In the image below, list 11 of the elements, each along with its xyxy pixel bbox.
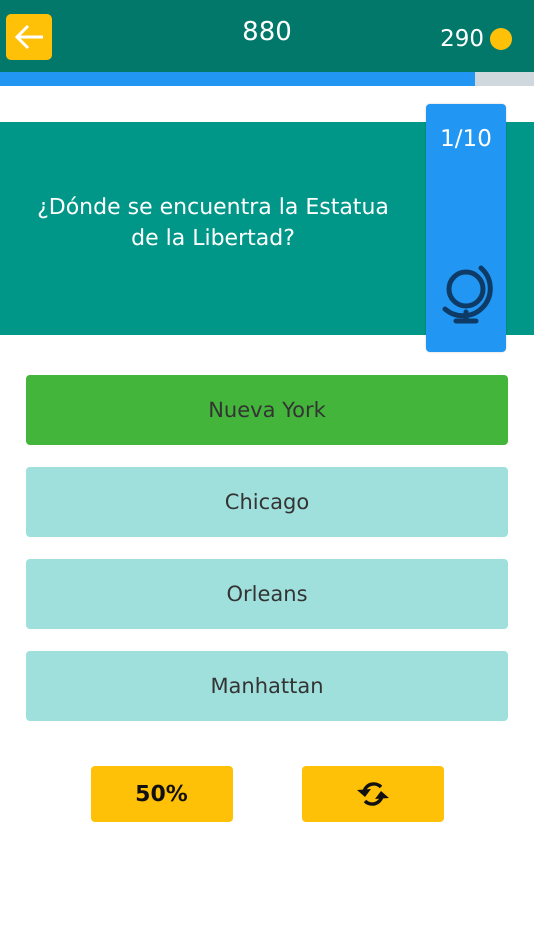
swap-button[interactable] [302, 766, 444, 822]
coin-icon [490, 28, 512, 50]
question-counter: 1/10 [440, 126, 492, 152]
answer-button[interactable]: Chicago [26, 467, 508, 537]
fifty-fifty-button[interactable]: 50% [90, 766, 232, 822]
answer-button[interactable]: Orleans [26, 559, 508, 629]
score-text: 880 [242, 17, 292, 47]
coin-count: 290 [440, 26, 484, 52]
question-text: ¿Dónde se encuentra la Estatua de la Libertad? [36, 194, 390, 252]
answer-button[interactable]: Nueva York [26, 375, 508, 445]
answer-button[interactable]: Manhattan [26, 651, 508, 721]
